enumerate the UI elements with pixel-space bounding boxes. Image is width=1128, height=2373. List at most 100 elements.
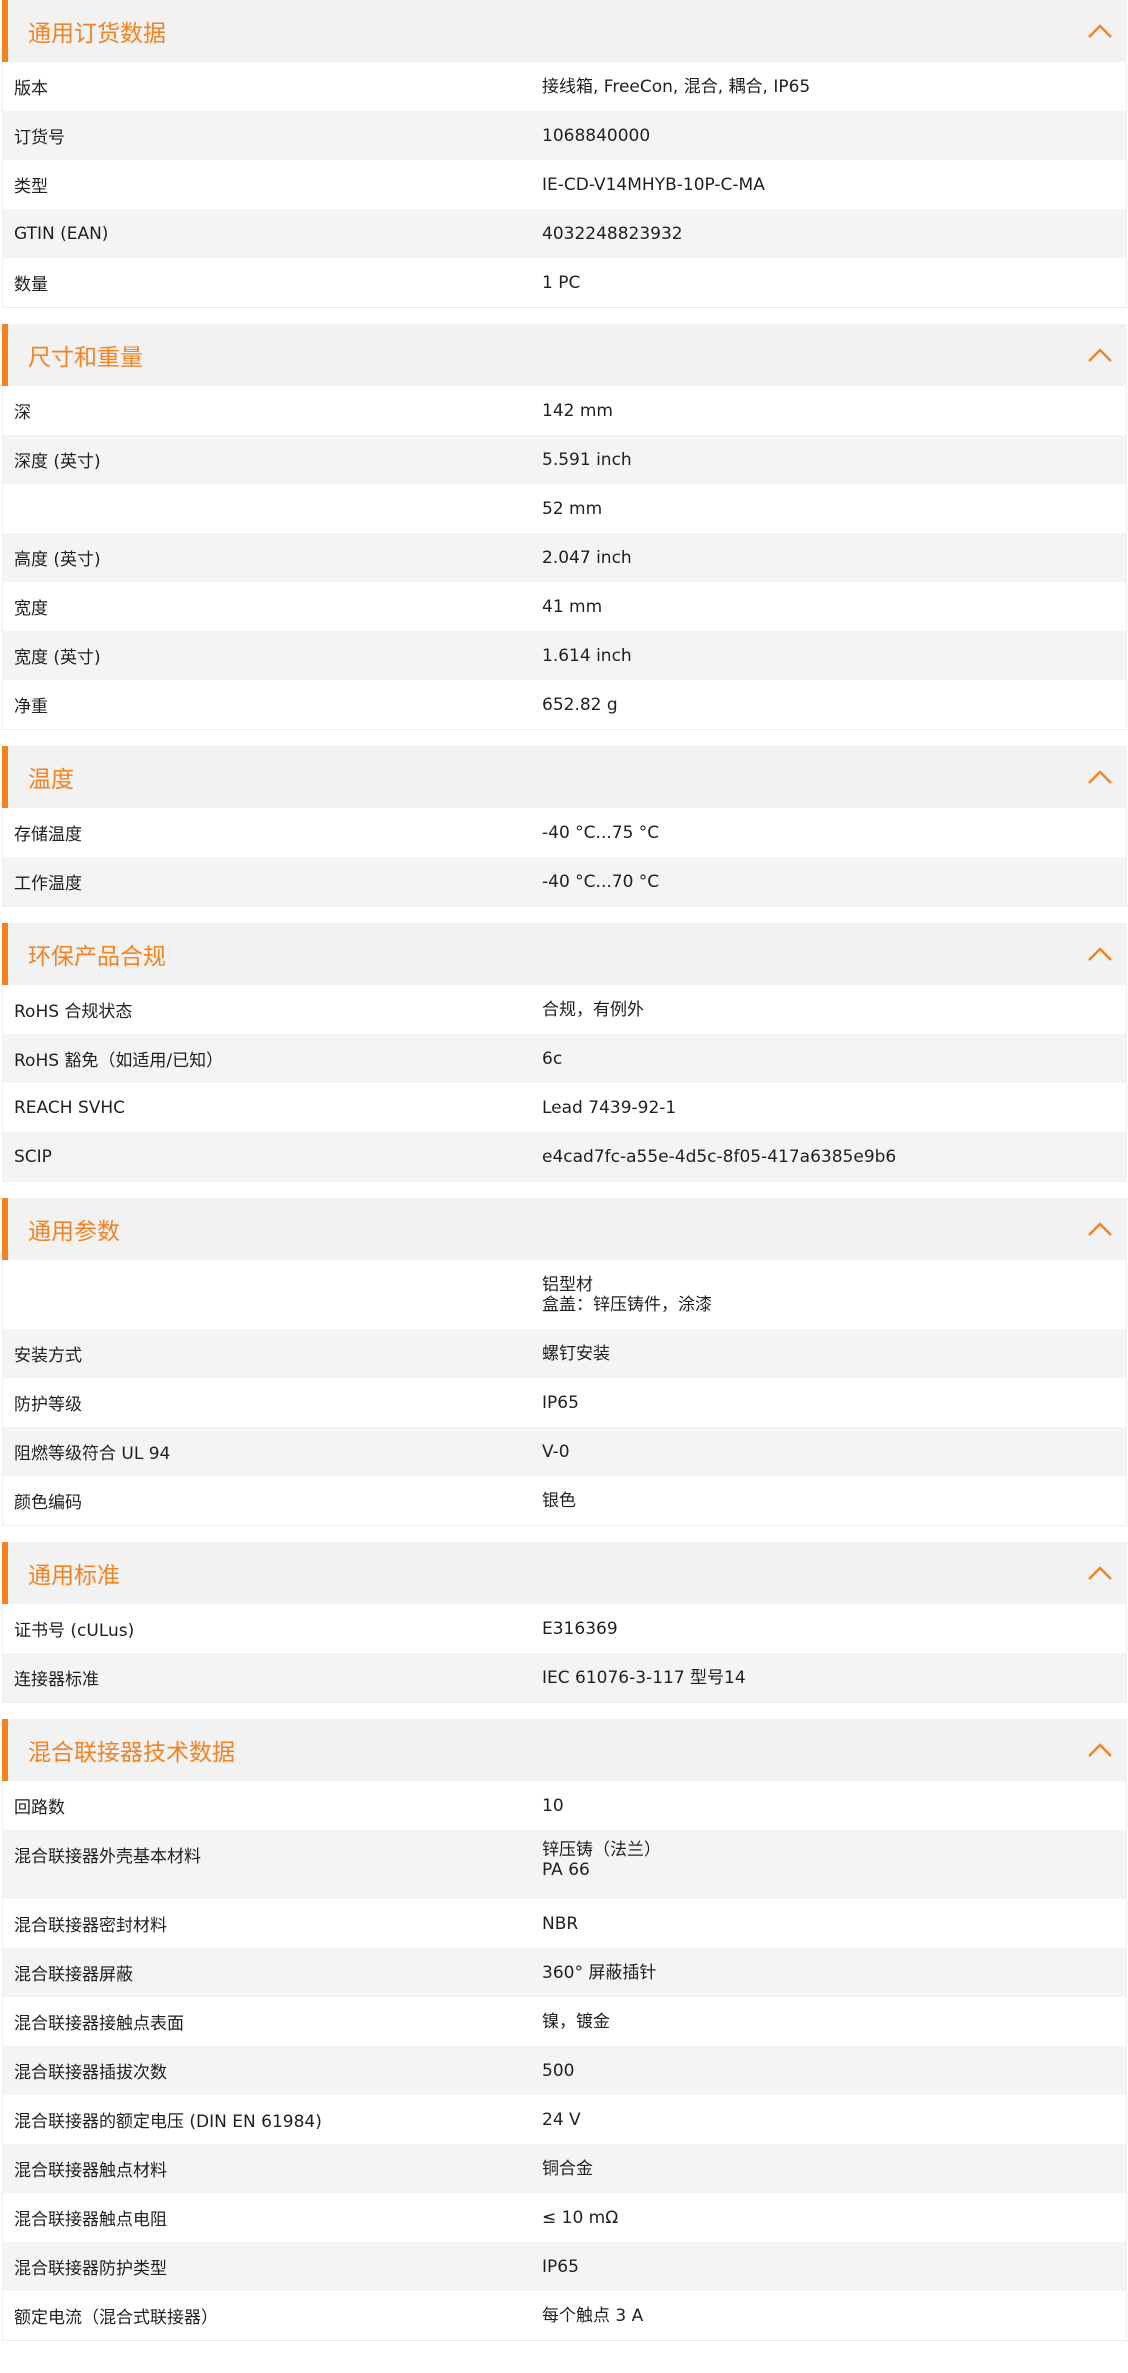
spec-row: 颜色编码 银色 [3, 1476, 1126, 1525]
section-header[interactable]: 通用订货数据 [2, 0, 1127, 62]
section-title: 通用参数 [28, 1219, 120, 1245]
chevron-up-icon[interactable] [1085, 340, 1115, 370]
spec-row: 回路数 10 [3, 1781, 1126, 1830]
spec-row: REACH SVHC Lead 7439-92-1 [3, 1083, 1126, 1132]
spec-label: 数量 [14, 275, 48, 295]
spec-row: 混合联接器外壳基本材料 锌压铸（法兰） PA 66 [3, 1830, 1126, 1899]
spec-value: 镍，镀金 [542, 2011, 610, 2032]
section-title: 混合联接器技术数据 [28, 1740, 235, 1766]
spec-value: e4cad7fc-a55e-4d5c-8f05-417a6385e9b6 [542, 1146, 897, 1167]
spec-value: 652.82 g [542, 694, 618, 715]
spec-label: 防护等级 [14, 1395, 82, 1415]
spec-value: IE-CD-V14MHYB-10P-C-MA [542, 174, 765, 195]
spec-label: RoHS 合规状态 [14, 1002, 133, 1022]
spec-row: 混合联接器触点电阻 ≤ 10 mΩ [3, 2193, 1126, 2242]
spec-row: SCIP e4cad7fc-a55e-4d5c-8f05-417a6385e9b6 [3, 1132, 1126, 1181]
section-header[interactable]: 环保产品合规 [2, 923, 1127, 985]
spec-value: -40 °C...75 °C [542, 822, 660, 843]
spec-row: 混合联接器触点材料 铜合金 [3, 2144, 1126, 2193]
spec-value: 10 [542, 1795, 564, 1816]
spec-row: 铝型材 盒盖：锌压铸件，涂漆 [3, 1260, 1126, 1329]
spec-value: 螺钉安装 [542, 1343, 610, 1364]
chevron-up-icon[interactable] [1085, 1735, 1115, 1765]
spec-panel: 通用订货数据 版本 接线箱, FreeCon, 混合, 耦合, IP65 订货号 1… [2, 0, 1127, 2341]
spec-row: 连接器标准 IEC 61076-3-117 型号14 [3, 1653, 1126, 1702]
section-title: 尺寸和重量 [28, 345, 143, 371]
spec-value-line: 铝型材 [542, 1274, 593, 1295]
spec-label: REACH SVHC [14, 1097, 126, 1118]
spec-label: 混合联接器外壳基本材料 [14, 1847, 201, 1867]
spec-value: 5.591 inch [542, 449, 632, 470]
spec-value: 铜合金 [542, 2158, 593, 2179]
section-environmental-compliance: 环保产品合规 RoHS 合规状态 合规，有例外 RoHS 豁免（如适用/已知） 6c… [2, 923, 1127, 1182]
section-header[interactable]: 温度 [2, 746, 1127, 808]
section-header[interactable]: 混合联接器技术数据 [2, 1719, 1127, 1781]
section-header[interactable]: 尺寸和重量 [2, 324, 1127, 386]
section-temperature: 温度 存储温度 -40 °C...75 °C 工作温度 -40 °C...70 °C [2, 746, 1127, 907]
spec-row: 深 142 mm [3, 386, 1126, 435]
spec-row: 混合联接器的额定电压 (DIN EN 61984) 24 V [3, 2095, 1126, 2144]
chevron-up-icon[interactable] [1085, 1214, 1115, 1244]
spec-row: 阻燃等级符合 UL 94 V-0 [3, 1427, 1126, 1476]
spec-label: 连接器标准 [14, 1670, 99, 1690]
spec-value: 6c [542, 1048, 563, 1069]
spec-value: 4032248823932 [542, 223, 683, 244]
spec-row: GTIN (EAN) 4032248823932 [3, 209, 1126, 258]
spec-label: 回路数 [14, 1798, 65, 1818]
spec-label: 深度 (英寸) [14, 452, 101, 472]
spec-row: 混合联接器接触点表面 镍，镀金 [3, 1997, 1126, 2046]
spec-label: 混合联接器触点材料 [14, 2161, 167, 2181]
section-dimensions-weight: 尺寸和重量 深 142 mm 深度 (英寸) 5.591 inch 52 mm 高度… [2, 324, 1127, 730]
spec-value: 24 V [542, 2109, 581, 2130]
spec-label: RoHS 豁免（如适用/已知） [14, 1051, 224, 1071]
spec-value: 2.047 inch [542, 547, 632, 568]
spec-row: 工作温度 -40 °C...70 °C [3, 857, 1126, 906]
spec-row: 混合联接器屏蔽 360° 屏蔽插针 [3, 1948, 1126, 1997]
section-header[interactable]: 通用标准 [2, 1542, 1127, 1604]
spec-value: 每个触点 3 A [542, 2305, 644, 2326]
section-general-standards: 通用标准 证书号 (cULus) E316369 连接器标准 IEC 61076-3… [2, 1542, 1127, 1703]
spec-label: 混合联接器屏蔽 [14, 1965, 133, 1985]
chevron-up-icon[interactable] [1085, 762, 1115, 792]
spec-label: 深 [14, 403, 31, 423]
section-header[interactable]: 通用参数 [2, 1198, 1127, 1260]
spec-label: 高度 (英寸) [14, 550, 101, 570]
spec-label: 宽度 (英寸) [14, 648, 101, 668]
spec-row: 存储温度 -40 °C...75 °C [3, 808, 1126, 857]
spec-value: 锌压铸（法兰） PA 66 [542, 1830, 1126, 1890]
spec-value: ≤ 10 mΩ [542, 2207, 619, 2228]
spec-label: 存储温度 [14, 825, 82, 845]
spec-label: 阻燃等级符合 UL 94 [14, 1444, 171, 1464]
spec-value: E316369 [542, 1618, 618, 1639]
section-title: 温度 [28, 767, 74, 793]
spec-label: 颜色编码 [14, 1493, 82, 1513]
spec-row: RoHS 合规状态 合规，有例外 [3, 985, 1126, 1034]
spec-row: 净重 652.82 g [3, 680, 1126, 729]
spec-label: SCIP [14, 1146, 52, 1167]
spec-value: 52 mm [542, 498, 603, 519]
section-title: 通用标准 [28, 1563, 120, 1589]
chevron-up-icon[interactable] [1085, 939, 1115, 969]
spec-value-line: 锌压铸（法兰） [542, 1840, 661, 1860]
spec-row: 宽度 41 mm [3, 582, 1126, 631]
spec-row: 深度 (英寸) 5.591 inch [3, 435, 1126, 484]
spec-row: RoHS 豁免（如适用/已知） 6c [3, 1034, 1126, 1083]
section-title: 通用订货数据 [28, 21, 166, 47]
spec-value: Lead 7439-92-1 [542, 1097, 677, 1118]
spec-label: GTIN (EAN) [14, 223, 109, 244]
spec-row: 版本 接线箱, FreeCon, 混合, 耦合, IP65 [3, 62, 1126, 111]
spec-row: 防护等级 IP65 [3, 1378, 1126, 1427]
chevron-up-icon[interactable] [1085, 1558, 1115, 1588]
spec-label: 净重 [14, 697, 48, 717]
chevron-up-icon[interactable] [1085, 16, 1115, 46]
spec-row: 额定电流（混合式联接器） 每个触点 3 A [3, 2291, 1126, 2340]
spec-label: 混合联接器防护类型 [14, 2259, 167, 2279]
spec-value: 银色 [542, 1490, 576, 1511]
section-title: 环保产品合规 [28, 944, 166, 970]
spec-label: 混合联接器密封材料 [14, 1916, 167, 1936]
spec-value: V-0 [542, 1441, 570, 1462]
spec-row: 宽度 (英寸) 1.614 inch [3, 631, 1126, 680]
spec-row: 证书号 (cULus) E316369 [3, 1604, 1126, 1653]
spec-label: 混合联接器插拔次数 [14, 2063, 167, 2083]
spec-label: 混合联接器的额定电压 (DIN EN 61984) [14, 2112, 322, 2132]
